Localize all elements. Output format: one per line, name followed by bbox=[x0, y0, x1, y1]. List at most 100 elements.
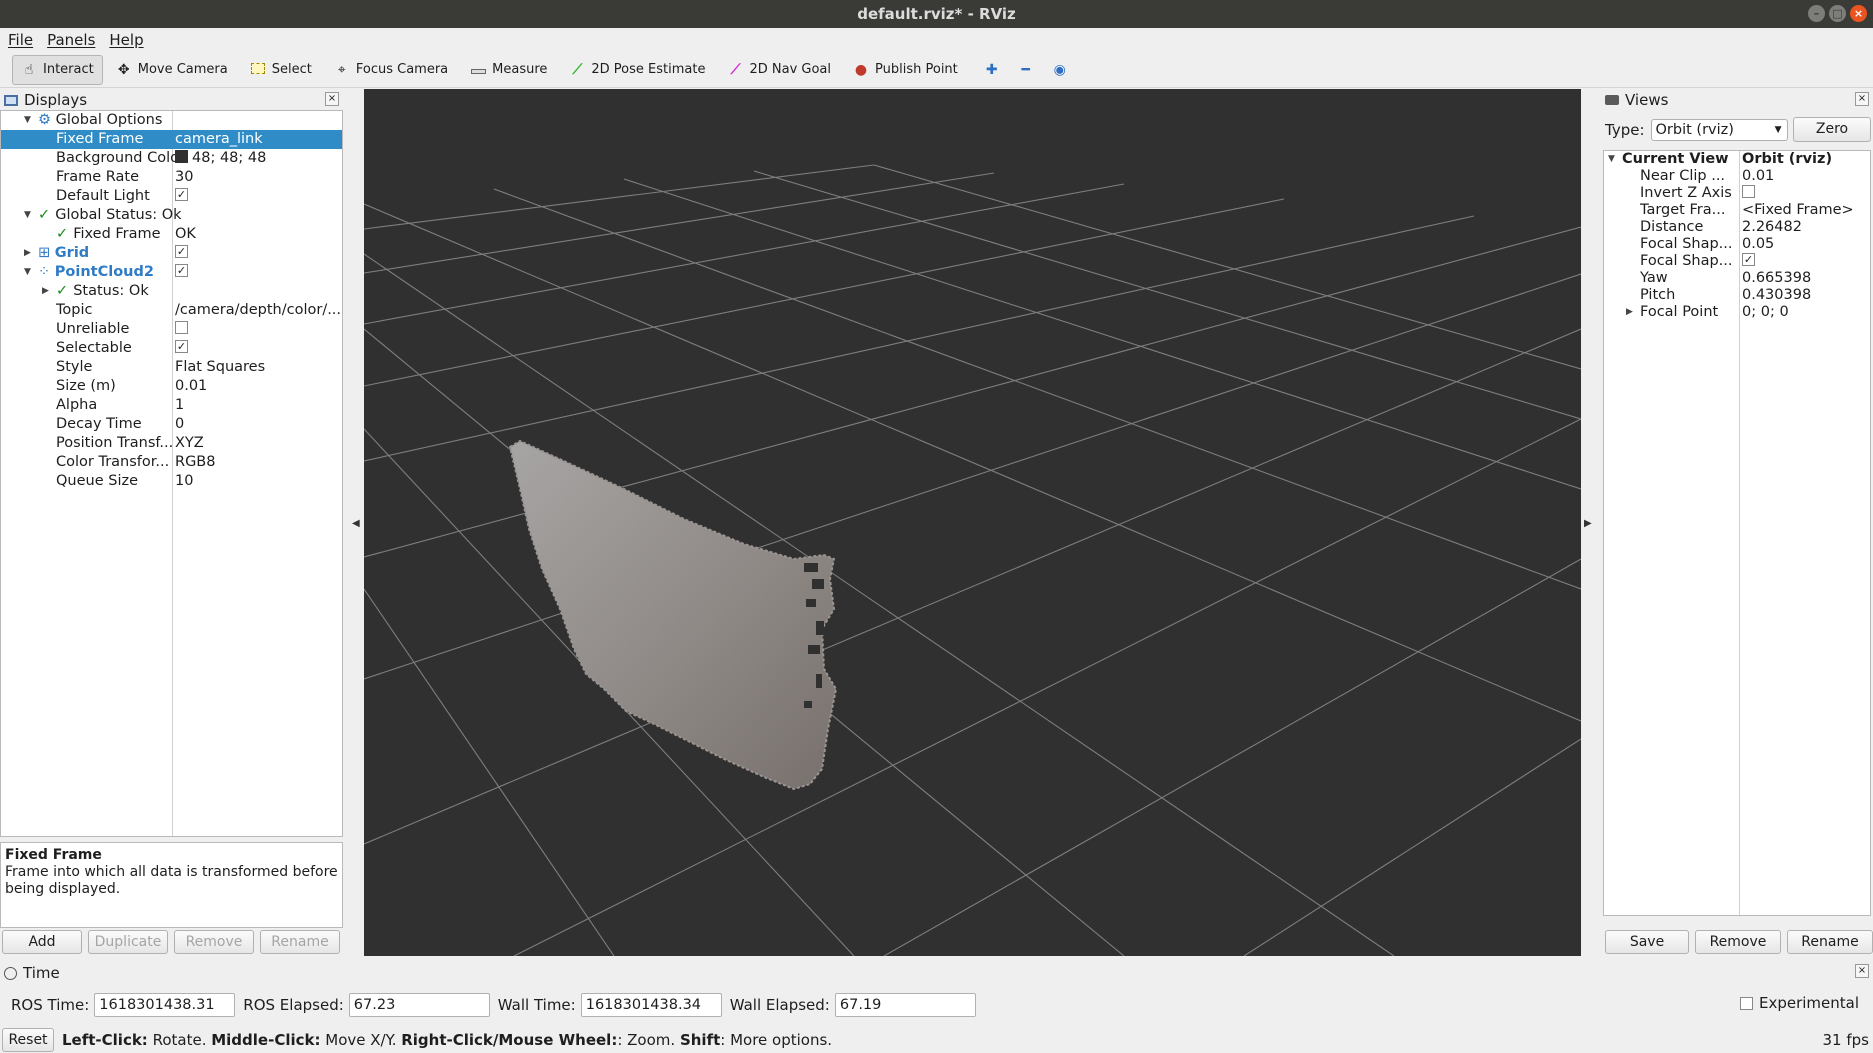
remove-view-button[interactable]: Remove bbox=[1695, 930, 1781, 954]
display-prop-row[interactable]: ▶ ⊞ Grid ✓ bbox=[1, 244, 342, 263]
expand-closed-icon[interactable]: ▶ bbox=[24, 244, 31, 263]
checkbox[interactable]: ✓ bbox=[175, 264, 188, 277]
display-prop-row[interactable]: Topic/camera/depth/color/... bbox=[1, 301, 342, 320]
collapse-left-icon[interactable]: ◀ bbox=[352, 518, 360, 529]
view-prop-value[interactable]: 0; 0; 0 bbox=[1742, 304, 1870, 321]
remove-display-button[interactable]: Remove bbox=[174, 930, 254, 954]
color-swatch[interactable] bbox=[175, 150, 188, 163]
checkbox[interactable] bbox=[175, 321, 188, 334]
tool-2d-nav-goal[interactable]: ⟋ 2D Nav Goal bbox=[718, 55, 840, 85]
tool-2d-pose-estimate[interactable]: ⟋ 2D Pose Estimate bbox=[560, 55, 714, 85]
view-prop-row[interactable]: Pitch 0.430398 bbox=[1604, 287, 1870, 304]
display-prop-row[interactable]: Fixed Frame camera_link bbox=[1, 130, 342, 149]
view-prop-value[interactable]: 0.665398 bbox=[1742, 270, 1870, 287]
display-prop-value[interactable] bbox=[175, 320, 340, 339]
duplicate-display-button[interactable]: Duplicate bbox=[88, 930, 168, 954]
expand-open-icon[interactable]: ▼ bbox=[1608, 151, 1615, 168]
remove-tool-button[interactable]: ━ bbox=[1011, 55, 1041, 85]
checkbox[interactable]: ✓ bbox=[175, 188, 188, 201]
display-prop-value[interactable]: RGB8 bbox=[175, 453, 340, 472]
view-prop-value[interactable]: 2.26482 bbox=[1742, 219, 1870, 236]
checkbox[interactable] bbox=[1742, 185, 1755, 198]
display-prop-row[interactable]: Position Transf... XYZ bbox=[1, 434, 342, 453]
view-prop-value[interactable]: 0.01 bbox=[1742, 168, 1870, 185]
display-prop-row[interactable]: ▼ ⁘ PointCloud2 ✓ bbox=[1, 263, 342, 282]
display-prop-value[interactable]: ✓ bbox=[175, 339, 340, 358]
ros-time-field[interactable]: 1618301438.31 bbox=[94, 992, 236, 1017]
tool-move-camera[interactable]: ✥ Move Camera bbox=[107, 55, 237, 85]
tool-measure[interactable]: Measure bbox=[461, 55, 556, 85]
display-prop-value[interactable]: 0.01 bbox=[175, 377, 340, 396]
checkbox[interactable]: ✓ bbox=[175, 245, 188, 258]
close-panel-icon[interactable]: × bbox=[1855, 92, 1869, 106]
display-prop-row[interactable]: Size (m) 0.01 bbox=[1, 377, 342, 396]
display-prop-value[interactable]: XYZ bbox=[175, 434, 340, 453]
display-prop-row[interactable]: Decay Time 0 bbox=[1, 415, 342, 434]
expand-open-icon[interactable]: ▼ bbox=[24, 111, 31, 130]
view-prop-value[interactable]: ✓ bbox=[1742, 253, 1870, 270]
display-prop-row[interactable]: ▼ ⚙ Global Options bbox=[1, 111, 342, 130]
display-prop-row[interactable]: Queue Size 10 bbox=[1, 472, 342, 491]
view-prop-row[interactable]: Invert Z Axis bbox=[1604, 185, 1870, 202]
menu-panels[interactable]: Panels bbox=[47, 31, 95, 49]
checkbox[interactable]: ✓ bbox=[175, 340, 188, 353]
display-prop-row[interactable]: Style Flat Squares bbox=[1, 358, 342, 377]
expand-open-icon[interactable]: ▼ bbox=[24, 263, 31, 282]
view-prop-row[interactable]: ▼ Current View Orbit (rviz) bbox=[1604, 151, 1870, 168]
view-prop-row[interactable]: Yaw 0.665398 bbox=[1604, 270, 1870, 287]
display-prop-value[interactable]: 48; 48; 48 bbox=[175, 149, 340, 168]
close-panel-icon[interactable]: × bbox=[1855, 964, 1869, 978]
add-tool-button[interactable]: ✚ bbox=[977, 55, 1007, 85]
display-prop-row[interactable]: Alpha 1 bbox=[1, 396, 342, 415]
menu-file[interactable]: File bbox=[8, 31, 33, 49]
rename-view-button[interactable]: Rename bbox=[1787, 930, 1873, 954]
view-prop-value[interactable]: <Fixed Frame> bbox=[1742, 202, 1870, 219]
view-prop-value[interactable]: Orbit (rviz) bbox=[1742, 151, 1870, 168]
wall-elapsed-field[interactable]: 67.19 bbox=[834, 992, 976, 1017]
wall-time-field[interactable]: 1618301438.34 bbox=[580, 992, 722, 1017]
view-prop-row[interactable]: ▶ Focal Point 0; 0; 0 bbox=[1604, 304, 1870, 321]
experimental-checkbox[interactable] bbox=[1739, 996, 1753, 1010]
display-prop-value[interactable]: 30 bbox=[175, 168, 340, 187]
display-prop-value[interactable]: ✓ bbox=[175, 244, 340, 263]
display-prop-value[interactable]: 1 bbox=[175, 396, 340, 415]
display-prop-value[interactable]: Flat Squares bbox=[175, 358, 340, 377]
view-prop-value[interactable]: 0.05 bbox=[1742, 236, 1870, 253]
display-prop-value[interactable]: 10 bbox=[175, 472, 340, 491]
minimize-icon[interactable]: – bbox=[1808, 5, 1825, 22]
display-prop-row[interactable]: Default Light ✓ bbox=[1, 187, 342, 206]
displays-tree[interactable]: ▼ ⚙ Global Options Fixed Frame camera_link B… bbox=[0, 110, 343, 837]
view-type-select[interactable]: Orbit (rviz) ▼ bbox=[1650, 119, 1788, 141]
view-options-button[interactable]: ◉ bbox=[1045, 55, 1075, 85]
close-panel-icon[interactable]: × bbox=[325, 92, 339, 106]
display-prop-row[interactable]: Frame Rate 30 bbox=[1, 168, 342, 187]
view-prop-row[interactable]: Target Fra... <Fixed Frame> bbox=[1604, 202, 1870, 219]
display-prop-value[interactable]: ✓ bbox=[175, 187, 340, 206]
rename-display-button[interactable]: Rename bbox=[260, 930, 340, 954]
views-tree[interactable]: ▼ Current View Orbit (rviz) Near Clip ... 0.… bbox=[1603, 150, 1871, 916]
ros-elapsed-field[interactable]: 67.23 bbox=[348, 992, 490, 1017]
view-prop-value[interactable] bbox=[1742, 185, 1870, 202]
display-prop-row[interactable]: Selectable ✓ bbox=[1, 339, 342, 358]
maximize-icon[interactable]: □ bbox=[1829, 5, 1846, 22]
experimental-toggle[interactable]: Experimental bbox=[1739, 994, 1859, 1012]
tool-select[interactable]: Select bbox=[241, 55, 321, 85]
reset-button[interactable]: Reset bbox=[2, 1028, 54, 1052]
expand-closed-icon[interactable]: ▶ bbox=[1626, 304, 1633, 321]
display-prop-value[interactable]: /camera/depth/color/... bbox=[175, 301, 340, 320]
display-prop-value[interactable]: ✓ bbox=[175, 263, 340, 282]
display-prop-row[interactable]: Unreliable bbox=[1, 320, 342, 339]
expand-open-icon[interactable]: ▼ bbox=[24, 206, 31, 225]
display-prop-value[interactable]: camera_link bbox=[175, 130, 340, 149]
expand-closed-icon[interactable]: ▶ bbox=[42, 282, 49, 301]
tool-interact[interactable]: ☝ Interact bbox=[12, 54, 103, 85]
display-prop-value[interactable]: OK bbox=[175, 225, 340, 244]
checkbox[interactable]: ✓ bbox=[1742, 253, 1755, 266]
view-prop-row[interactable]: Focal Shap... ✓ bbox=[1604, 253, 1870, 270]
display-prop-row[interactable]: Background Color 48; 48; 48 bbox=[1, 149, 342, 168]
tool-focus-camera[interactable]: ⌖ Focus Camera bbox=[325, 55, 457, 85]
view-prop-row[interactable]: Focal Shap... 0.05 bbox=[1604, 236, 1870, 253]
display-prop-value[interactable]: 0 bbox=[175, 415, 340, 434]
view-prop-row[interactable]: Near Clip ... 0.01 bbox=[1604, 168, 1870, 185]
display-prop-row[interactable]: ▼ ✓ Global Status: Ok bbox=[1, 206, 342, 225]
